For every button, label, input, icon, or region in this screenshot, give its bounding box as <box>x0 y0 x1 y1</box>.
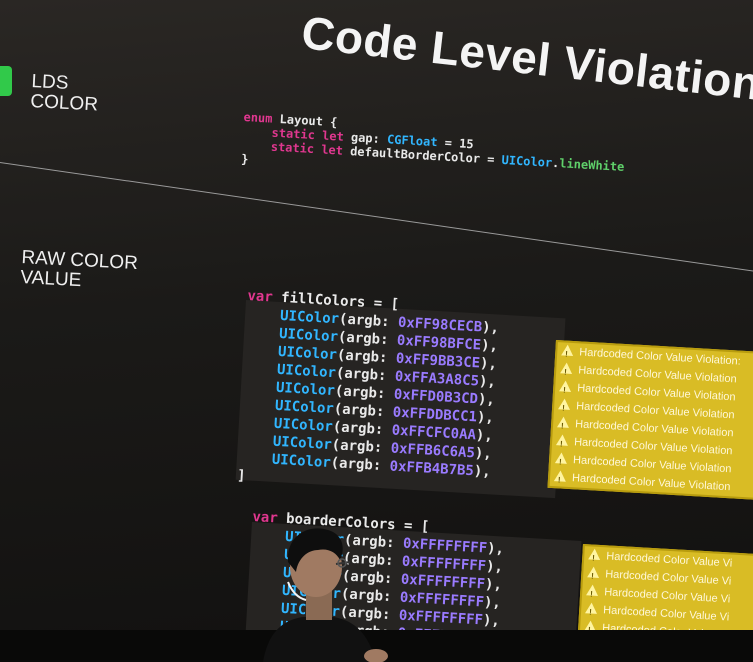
fill-colors-code-block: var fillColors = [ UIColor(argb: 0xFF98C… <box>237 287 501 499</box>
code-type: UIColor <box>277 343 338 364</box>
presenter-figure <box>263 528 388 662</box>
code-type: UIColor <box>271 451 332 472</box>
violation-warnings-panel: Hardcoded Color Value Violation:Hardcode… <box>547 340 753 501</box>
code-keyword: var <box>247 287 274 306</box>
warning-icon <box>558 398 571 410</box>
warning-icon <box>560 362 573 374</box>
code-type: UIColor <box>275 379 336 400</box>
code-type: UIColor <box>272 433 333 454</box>
warning-icon <box>553 470 567 482</box>
enum-layout-code-block: enum Layout { static let gap: CGFloat = … <box>241 110 627 188</box>
warning-icon <box>585 602 598 614</box>
violation-warnings-panel-2: Hardcoded Color Value ViHardcoded Color … <box>576 544 753 640</box>
code-type: UIColor <box>278 325 339 346</box>
lds-indicator-icon <box>0 66 12 96</box>
lds-label-line-2: COLOR <box>29 90 99 116</box>
code-type: UIColor <box>279 307 340 328</box>
hex-color-value: 0xFFB4B7B5 <box>389 458 475 480</box>
warning-icon <box>586 584 599 596</box>
warning-icon <box>588 548 601 561</box>
slide-title: Code Level Violation <box>299 5 753 110</box>
warning-icon <box>555 434 569 446</box>
code-type: UIColor <box>273 415 334 436</box>
code-type: UIColor <box>276 361 337 382</box>
warning-icon <box>587 566 600 578</box>
code-token: } <box>240 151 249 167</box>
warning-icon <box>556 416 570 428</box>
warning-icon <box>559 380 572 392</box>
warning-icon <box>561 344 574 357</box>
lds-color-label: LDS COLOR <box>29 71 100 116</box>
warning-icon <box>554 452 568 464</box>
raw-color-label: RAW COLOR VALUE <box>20 247 138 294</box>
code-type: UIColor <box>274 397 335 418</box>
code-token: UIColor <box>501 152 553 170</box>
